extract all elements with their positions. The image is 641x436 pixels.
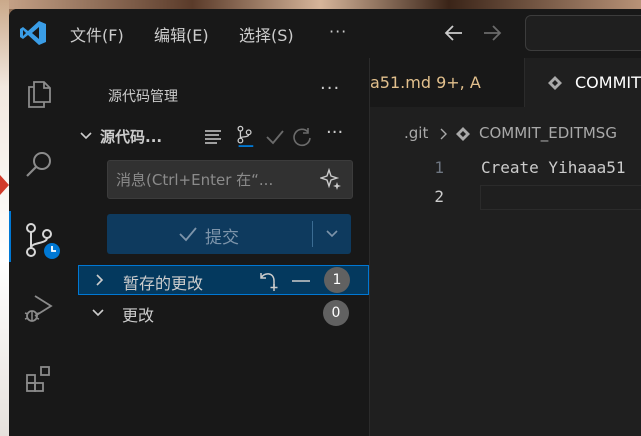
chevron-down-icon [80,132,92,140]
menu-more[interactable]: ··· [329,22,347,41]
chevron-down-icon [326,230,338,238]
menu-select[interactable]: 选择(S) [239,22,294,46]
diamond-icon [456,127,470,141]
extensions-icon[interactable] [23,363,55,395]
unstage-all-icon[interactable] [290,272,312,290]
vscode-window: 文件(F) 编辑(E) 选择(S) ··· 源代码管理 ··· 源代码... ·… [9,9,641,436]
tab-commit-label: COMMIT [575,73,641,92]
changes-row[interactable]: 更改 0 [78,298,369,328]
commit-check-icon[interactable] [264,126,286,148]
active-view-indicator [9,211,11,262]
sidebar-more-button[interactable]: ··· [320,78,340,99]
changes-label: 更改 [122,306,155,325]
repository-more-button[interactable]: ··· [326,122,343,143]
staged-count-badge: 1 [324,267,350,293]
source-control-icon[interactable] [23,222,61,260]
activity-bar [9,58,68,436]
menu-file[interactable]: 文件(F) [70,22,124,46]
commit-dropdown-button[interactable] [313,214,351,254]
chevron-right-icon [96,274,104,286]
branch-graph-icon[interactable] [234,125,256,147]
forward-arrow-icon[interactable] [481,22,503,44]
run-debug-icon[interactable] [23,292,55,324]
tab-commit-editmsg[interactable]: COMMIT [525,58,641,107]
search-icon[interactable] [23,149,55,181]
desktop-background-left [0,0,9,436]
commit-button-group: 提交 [107,214,351,254]
discard-changes-icon[interactable] [257,269,283,293]
refresh-icon[interactable] [291,126,313,148]
breadcrumb-file[interactable]: COMMIT_EDITMSG [479,124,617,142]
commit-message-box [107,160,353,199]
current-line-highlight [480,185,641,210]
line-number: 2 [434,187,444,206]
repository-header[interactable]: 源代码... ··· [78,122,363,148]
title-bar: 文件(F) 编辑(E) 选择(S) ··· [9,9,641,58]
check-icon [179,227,197,242]
explorer-icon[interactable] [23,78,55,110]
repository-name: 源代码... [100,128,163,146]
staged-changes-row[interactable]: 暂存的更改 1 [78,265,369,295]
editor-area: a51.md 9+, A COMMIT .git COMMIT_EDITMSG … [370,58,641,436]
chevron-right-icon [440,128,447,140]
source-control-sidebar: 源代码管理 ··· 源代码... ··· 消息(Ctrl+Enter 在“...… [68,58,370,436]
staged-changes-label: 暂存的更改 [123,274,204,293]
menu-edit[interactable]: 编辑(E) [154,22,209,46]
back-arrow-icon[interactable] [443,22,465,44]
breadcrumb-git[interactable]: .git [404,124,428,142]
desktop-background [0,0,641,9]
vscode-logo-icon [20,21,46,45]
sparkle-icon[interactable] [320,168,342,190]
chevron-down-icon [92,309,104,317]
code-line[interactable]: Create Yihaaa51 [481,158,626,177]
changes-count-badge: 0 [323,300,349,326]
commit-button[interactable]: 提交 [107,214,312,254]
sidebar-title: 源代码管理 [108,89,178,105]
commit-label: 提交 [205,228,239,248]
line-number: 1 [434,158,444,177]
commit-message-input[interactable] [116,161,316,198]
desktop-red-marker [0,175,9,195]
tab-markdown-file[interactable]: a51.md 9+, A [370,58,525,107]
view-as-list-icon[interactable] [202,126,224,148]
tab-bar: a51.md 9+, A COMMIT [370,58,641,107]
diamond-icon [548,76,562,90]
tab-markdown-label: a51.md 9+, A [370,73,481,92]
command-center-search[interactable] [525,15,641,51]
